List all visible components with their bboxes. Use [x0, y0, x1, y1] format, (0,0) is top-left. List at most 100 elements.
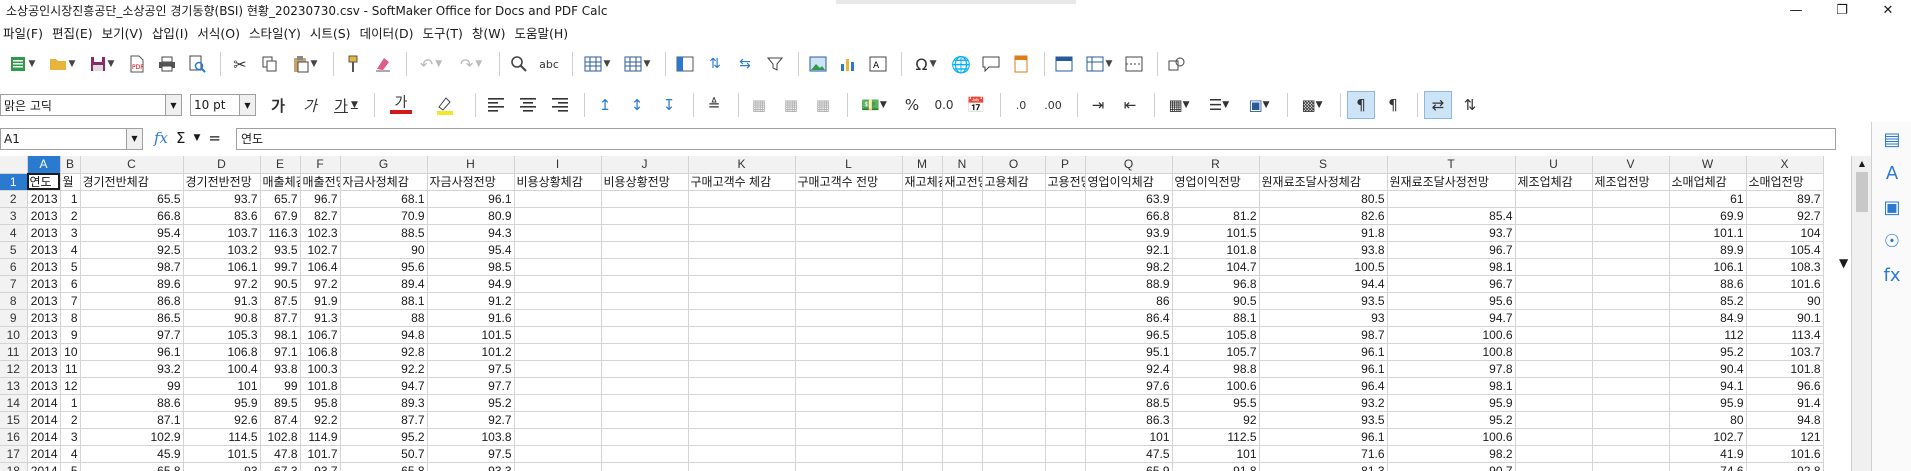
cell[interactable]: 98.7 — [1259, 326, 1388, 344]
cell[interactable]: 95.9 — [183, 394, 261, 412]
cell[interactable] — [1515, 309, 1593, 327]
cell[interactable] — [942, 360, 983, 378]
cell[interactable]: 106.8 — [300, 343, 341, 361]
restore-button[interactable]: ❐ — [1819, 0, 1865, 20]
cell[interactable]: 87.5 — [260, 292, 301, 310]
cell[interactable]: 100.8 — [1387, 343, 1516, 361]
scroll-thumb[interactable] — [1856, 172, 1868, 212]
cell[interactable]: 85.2 — [1669, 292, 1747, 310]
freeze-icon[interactable] — [672, 51, 698, 77]
cell[interactable]: 71.6 — [1259, 445, 1388, 463]
menu-item-3[interactable]: 삽입(I) — [152, 23, 197, 42]
cell[interactable]: 103.7 — [1746, 343, 1824, 361]
cell[interactable]: 101.6 — [1746, 275, 1824, 293]
decrease-decimal-button[interactable]: .00 — [1039, 91, 1067, 119]
row-header[interactable]: 8 — [0, 292, 28, 310]
cell[interactable]: 95.1 — [1085, 343, 1173, 361]
header-cell[interactable]: 구매고객수 체감 — [688, 173, 796, 191]
cell[interactable] — [514, 411, 602, 429]
cell[interactable] — [902, 343, 943, 361]
cell[interactable]: 92.6 — [183, 411, 261, 429]
cell[interactable]: 105.3 — [183, 326, 261, 344]
new-document-icon[interactable]: ▼ — [4, 51, 40, 77]
cell[interactable]: 9 — [60, 326, 81, 344]
column-header-C[interactable]: C — [80, 156, 184, 174]
cell[interactable] — [514, 462, 602, 471]
header-cell[interactable]: 비용상황체감 — [514, 173, 602, 191]
column-header-N[interactable]: N — [942, 156, 983, 174]
cell[interactable] — [514, 377, 602, 395]
cell[interactable]: 100.6 — [1387, 428, 1516, 446]
cell[interactable]: 90.7 — [1387, 462, 1516, 471]
cell[interactable]: 94.3 — [427, 224, 515, 242]
column-icon[interactable]: ▼ — [619, 51, 655, 77]
cell[interactable] — [795, 224, 903, 242]
cell[interactable] — [688, 360, 796, 378]
cell[interactable]: 106.8 — [183, 343, 261, 361]
cell[interactable]: 96.1 — [1259, 428, 1388, 446]
cell[interactable] — [688, 224, 796, 242]
cell[interactable]: 95.6 — [340, 258, 428, 276]
cell[interactable] — [601, 445, 689, 463]
sheet-insert-icon[interactable]: ▼ — [1081, 51, 1117, 77]
row-header[interactable]: 6 — [0, 258, 28, 276]
cell[interactable]: 1 — [60, 394, 81, 412]
column-header-G[interactable]: G — [340, 156, 428, 174]
align-middle-icon[interactable]: ↕ — [623, 91, 651, 119]
cell[interactable]: 66.8 — [1085, 207, 1173, 225]
header-cell[interactable]: 소매업전망 — [1746, 173, 1824, 191]
cell[interactable]: 96.7 — [1387, 275, 1516, 293]
cell[interactable] — [1515, 190, 1593, 208]
cell[interactable]: 88.5 — [340, 224, 428, 242]
bold-button[interactable]: 가 — [264, 91, 292, 119]
cell[interactable] — [982, 394, 1046, 412]
font-name-combo[interactable]: 맑은 고딕 ▼ — [0, 94, 182, 116]
merge-center-icon[interactable]: ▦ — [777, 91, 805, 119]
cell[interactable] — [942, 292, 983, 310]
cell[interactable]: 68.1 — [340, 190, 428, 208]
cell[interactable] — [514, 207, 602, 225]
header-cell[interactable]: 고용전망 — [1045, 173, 1086, 191]
header-cell[interactable]: 경기전반체감 — [80, 173, 184, 191]
cell[interactable] — [1045, 377, 1086, 395]
cell[interactable]: 103.2 — [183, 241, 261, 259]
cell[interactable]: 91.6 — [427, 309, 515, 327]
cell[interactable]: 93.3 — [427, 462, 515, 471]
row-header[interactable]: 16 — [0, 428, 28, 446]
cell[interactable] — [982, 258, 1046, 276]
cell[interactable] — [1592, 309, 1670, 327]
cell[interactable] — [1592, 377, 1670, 395]
cell[interactable]: 105.4 — [1746, 241, 1824, 259]
row-header[interactable]: 14 — [0, 394, 28, 412]
column-header-L[interactable]: L — [795, 156, 903, 174]
column-header-X[interactable]: X — [1746, 156, 1824, 174]
menu-item-7[interactable]: 데이터(D) — [360, 23, 423, 42]
cell[interactable] — [514, 258, 602, 276]
row-icon[interactable]: ▼ — [579, 51, 615, 77]
cell[interactable]: 89.9 — [1669, 241, 1747, 259]
cell[interactable] — [1515, 377, 1593, 395]
cell[interactable]: 95.5 — [1172, 394, 1260, 412]
cell[interactable] — [1045, 258, 1086, 276]
cell[interactable] — [795, 207, 903, 225]
cell[interactable]: 92.8 — [340, 343, 428, 361]
cell[interactable]: 95.9 — [1669, 394, 1747, 412]
header-cell[interactable]: 비용상황전망 — [601, 173, 689, 191]
undo-icon[interactable]: ↶ ▼ — [413, 51, 449, 77]
cell[interactable] — [982, 377, 1046, 395]
column-header-A[interactable]: A — [27, 156, 61, 174]
special-char-icon[interactable]: Ω ▼ — [908, 51, 944, 77]
cell[interactable] — [1592, 275, 1670, 293]
cell[interactable] — [1515, 360, 1593, 378]
header-cell[interactable]: 자금사정전망 — [427, 173, 515, 191]
cell[interactable]: 89.4 — [340, 275, 428, 293]
menu-item-10[interactable]: 도움말(H) — [514, 23, 577, 42]
cell[interactable] — [902, 292, 943, 310]
cell[interactable] — [688, 343, 796, 361]
cell[interactable]: 95.2 — [427, 394, 515, 412]
column-header-D[interactable]: D — [183, 156, 261, 174]
cell[interactable]: 94.8 — [340, 326, 428, 344]
formula-equals-icon[interactable]: = — [208, 129, 221, 147]
cell[interactable]: 66.8 — [80, 207, 184, 225]
cell[interactable]: 87.4 — [260, 411, 301, 429]
